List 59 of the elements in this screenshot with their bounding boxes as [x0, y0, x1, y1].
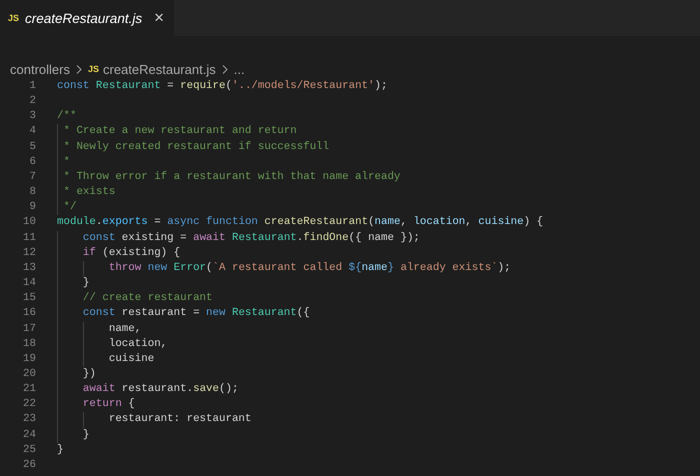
line-number: 1 — [28, 79, 36, 94]
code-line: cuisine — [108, 352, 154, 365]
line-number: 8 — [28, 185, 36, 200]
code-line: restaurant: restaurant — [108, 413, 252, 426]
code-line: */ — [62, 201, 76, 214]
line-number: 9 — [28, 200, 36, 216]
code-line: }) — [82, 368, 96, 380]
code-line: /** — [57, 110, 76, 122]
line-number: 6 — [28, 154, 36, 170]
line-number: 7 — [28, 170, 36, 185]
code-line: const restaurant = new Restaurant({ — [82, 307, 310, 320]
code-line: } — [82, 277, 90, 290]
js-file-icon: JS — [8, 13, 20, 23]
line-number: 23 — [22, 412, 36, 428]
chevron-right-icon — [76, 64, 82, 74]
line-number: 17 — [22, 322, 36, 336]
line-number: 14 — [22, 276, 36, 292]
code-line: } — [57, 444, 64, 456]
code-line: const existing = await Restaurant.findOne({ name }); — [82, 232, 420, 244]
code-line: * exists — [62, 186, 116, 198]
close-icon[interactable]: × — [154, 8, 164, 28]
code-line: name, — [108, 322, 142, 334]
line-number: 26 — [22, 458, 36, 473]
line-number: 12 — [22, 246, 36, 261]
code-line: * Newly created restaurant if successfull — [62, 140, 330, 153]
line-number: 3 — [28, 109, 36, 124]
code-line: await restaurant.save(); — [82, 383, 238, 396]
line-number: 18 — [22, 336, 36, 352]
line-number: 2 — [28, 94, 36, 110]
line-number: 20 — [22, 366, 36, 382]
code-line: if (existing) { — [82, 246, 180, 259]
line-number: 10 — [22, 215, 36, 230]
line-number: 22 — [22, 397, 36, 412]
code-line: const Restaurant = require('../models/Restaurant'); — [57, 80, 388, 92]
code-line: * — [62, 156, 70, 168]
code-line: throw new Error(`A restaurant called ${name} already exists`); — [108, 262, 511, 274]
code-line: location, — [108, 338, 168, 350]
line-number: 15 — [22, 291, 36, 306]
code-line: * Create a new restaurant and return — [62, 125, 297, 138]
line-number: 25 — [22, 442, 36, 458]
line-number: 21 — [22, 382, 36, 398]
code-line: module.exports = async function createRestaurant(name, location, cuisine) { — [57, 216, 544, 228]
line-number: 19 — [22, 352, 36, 367]
line-number: 4 — [28, 124, 36, 140]
code-line: // create restaurant — [82, 292, 213, 304]
chevron-right-icon — [222, 64, 228, 74]
line-number: 24 — [22, 428, 36, 443]
js-file-icon: JS — [88, 64, 99, 74]
breadcrumb-item[interactable]: createRestaurant.js — [102, 62, 216, 76]
line-number: 13 — [22, 260, 36, 276]
breadcrumb-item[interactable]: ... — [234, 62, 245, 76]
line-number: 11 — [22, 230, 36, 246]
line-number: 5 — [28, 140, 36, 155]
code-line: * Throw error if a restaurant with that name already — [62, 170, 400, 183]
editor-tab[interactable]: JS createRestaurant.js × — [0, 0, 174, 36]
code-line: return { — [82, 398, 135, 410]
breadcrumb-item[interactable]: controllers — [10, 62, 70, 76]
code-line: } — [82, 428, 90, 441]
line-number: 16 — [22, 306, 36, 322]
